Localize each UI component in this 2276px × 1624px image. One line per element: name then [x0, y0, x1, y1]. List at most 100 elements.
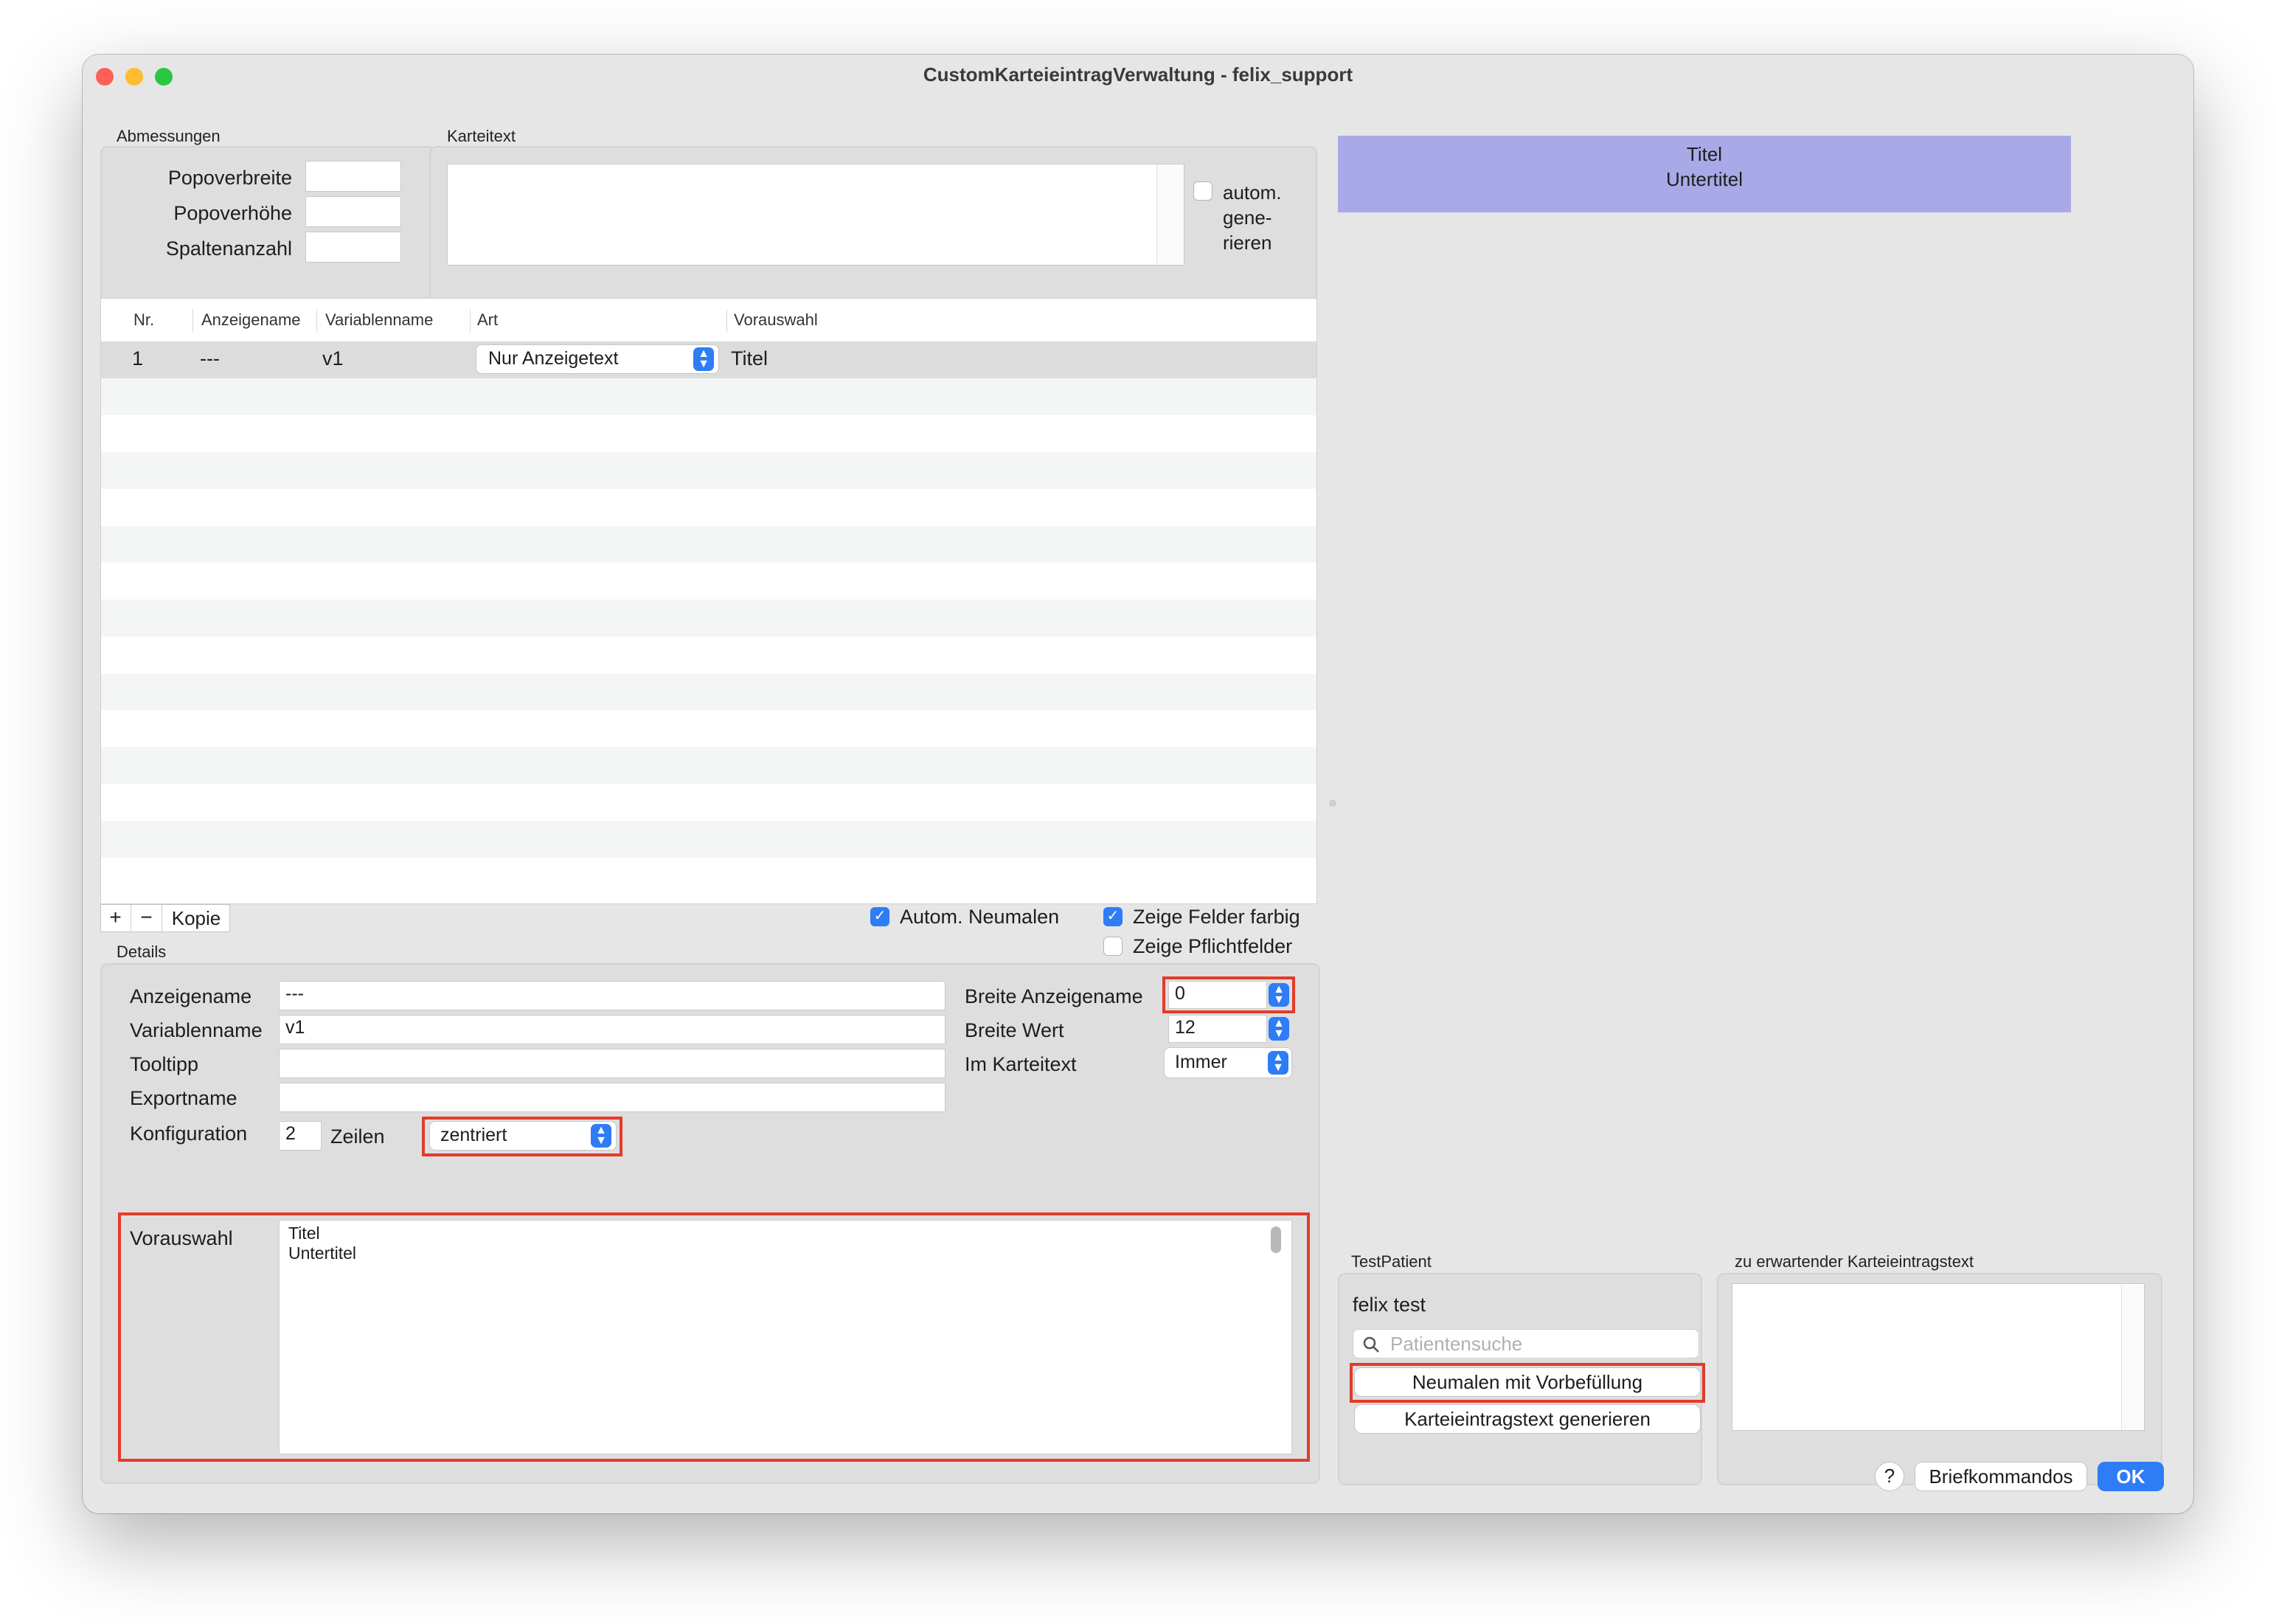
autom-generieren-checkbox[interactable] — [1193, 181, 1212, 201]
abmessungen-label: Abmessungen — [117, 127, 221, 145]
add-row-button[interactable]: + — [100, 904, 131, 932]
popoverhoehe-field[interactable] — [305, 196, 401, 227]
exportname-field[interactable] — [279, 1083, 946, 1112]
table-row-empty — [101, 600, 1316, 636]
autom-generieren-label: autom. gene- rieren — [1223, 181, 1282, 254]
column-divider — [316, 309, 317, 333]
remove-row-button[interactable]: − — [131, 904, 162, 932]
im-karteitext-label: Im Karteitext — [965, 1053, 1077, 1075]
window-title: CustomKarteieintragVerwaltung - felix_su… — [923, 63, 1353, 86]
window: CustomKarteieintragVerwaltung - felix_su… — [83, 55, 2193, 1513]
split-view-handle[interactable] — [1329, 799, 1336, 807]
table-row-empty — [101, 784, 1316, 821]
help-button[interactable]: ? — [1875, 1462, 1904, 1491]
cell-variablenname: v1 — [322, 347, 344, 369]
im-karteitext-popup[interactable]: Immer ▲ ▼ — [1164, 1047, 1292, 1078]
preview-popover: Titel Untertitel — [1338, 136, 2071, 212]
im-karteitext-value: Immer — [1175, 1052, 1227, 1072]
chevron-updown-icon: ▲ ▼ — [591, 1124, 611, 1148]
tooltipp-label: Tooltipp — [130, 1053, 199, 1075]
table-row-empty — [101, 489, 1316, 526]
table-row-empty — [101, 821, 1316, 858]
table-row[interactable]: 1 --- v1 Nur Anzeigetext ▲ ▼ Titel — [101, 341, 1316, 378]
preview-subtitle: Untertitel — [1665, 168, 1744, 190]
preview-title: Titel — [1686, 143, 1723, 165]
cell-vorauswahl: Titel — [731, 347, 769, 369]
fields-table: Nr. Anzeigename Variablenname Art Voraus… — [100, 298, 1317, 904]
column-divider — [726, 309, 727, 333]
vorauswahl-textarea[interactable]: Titel Untertitel — [279, 1220, 1292, 1454]
ausrichtung-value: zentriert — [440, 1125, 507, 1145]
table-row-empty — [101, 452, 1316, 489]
autom-neumalen-checkbox[interactable]: ✓ — [870, 907, 889, 926]
karteieintragstext-generieren-button[interactable]: Karteieintragstext generieren — [1354, 1404, 1701, 1434]
erwartet-scrollbar[interactable] — [2121, 1285, 2144, 1429]
konfiguration-label: Konfiguration — [130, 1122, 248, 1145]
variablenname-label: Variablenname — [130, 1019, 263, 1041]
chevron-updown-icon: ▲ ▼ — [693, 347, 714, 371]
vorauswahl-scrollbar[interactable] — [1271, 1226, 1281, 1253]
column-header-variablenname[interactable]: Variablenname — [325, 310, 433, 330]
autom-neumalen-label: Autom. Neumalen — [900, 906, 1060, 928]
table-row-empty — [101, 747, 1316, 784]
zeige-pflichtfelder-label: Zeige Pflichtfelder — [1133, 935, 1293, 957]
table-row-empty — [101, 526, 1316, 563]
column-header-art[interactable]: Art — [477, 310, 498, 330]
table-row-empty — [101, 563, 1316, 600]
neumalen-mit-vorbefuellung-button[interactable]: Neumalen mit Vorbefüllung — [1354, 1367, 1701, 1397]
cell-anzeigename: --- — [200, 347, 220, 369]
ok-button[interactable]: OK — [2098, 1462, 2164, 1491]
chevron-updown-icon: ▲ ▼ — [1268, 1051, 1288, 1075]
table-row-empty — [101, 636, 1316, 673]
tooltipp-field[interactable] — [279, 1049, 946, 1078]
zeige-pflichtfelder-checkbox[interactable] — [1103, 937, 1123, 956]
table-row-empty — [101, 858, 1316, 895]
karteitext-scrollbar[interactable] — [1156, 165, 1184, 264]
karteitext-textarea[interactable] — [447, 164, 1184, 266]
column-header-nr[interactable]: Nr. — [133, 310, 154, 330]
zeilen-label: Zeilen — [330, 1125, 385, 1148]
spaltenanzahl-label: Spaltenanzahl — [165, 237, 292, 260]
karteitext-label: Karteitext — [447, 127, 516, 145]
breite-anzeigename-field[interactable]: 0 — [1168, 981, 1267, 1009]
popoverhoehe-label: Popoverhöhe — [173, 202, 292, 224]
table-row-empty — [101, 710, 1316, 747]
table-row-empty — [101, 673, 1316, 710]
spaltenanzahl-field[interactable] — [305, 232, 401, 263]
erwartet-textarea[interactable] — [1732, 1283, 2145, 1431]
breite-wert-field[interactable]: 12 — [1168, 1015, 1267, 1043]
patient-search-input[interactable]: Patientensuche — [1353, 1329, 1699, 1358]
breite-anzeigename-stepper[interactable]: ▲ ▼ — [1269, 983, 1289, 1007]
art-value: Nur Anzeigetext — [488, 348, 619, 369]
breite-anzeigename-label: Breite Anzeigename — [965, 985, 1143, 1007]
testpatient-label: TestPatient — [1351, 1252, 1432, 1271]
anzeigename-label: Anzeigename — [130, 985, 252, 1007]
cell-nr: 1 — [132, 347, 144, 369]
breite-wert-stepper[interactable]: ▲ ▼ — [1269, 1017, 1289, 1041]
column-header-anzeigename[interactable]: Anzeigename — [201, 310, 301, 330]
breite-wert-label: Breite Wert — [965, 1019, 1064, 1041]
kopie-button[interactable]: Kopie — [162, 904, 230, 932]
search-icon — [1363, 1336, 1379, 1353]
patient-name: felix test — [1353, 1294, 1426, 1316]
column-divider — [192, 309, 193, 333]
table-row-empty — [101, 415, 1316, 452]
art-popup[interactable]: Nur Anzeigetext ▲ ▼ — [476, 344, 719, 374]
column-divider — [470, 309, 471, 333]
vorauswahl-line-1: Titel — [288, 1224, 320, 1243]
ausrichtung-popup[interactable]: zentriert ▲ ▼ — [429, 1121, 617, 1151]
zeilen-field[interactable]: 2 — [279, 1121, 322, 1151]
column-header-vorauswahl[interactable]: Vorauswahl — [734, 310, 818, 330]
table-row-empty — [101, 378, 1316, 415]
vorauswahl-line-2: Untertitel — [288, 1243, 357, 1263]
popoverbreite-field[interactable] — [305, 161, 401, 192]
variablenname-field[interactable]: v1 — [279, 1015, 946, 1044]
anzeigename-field[interactable]: --- — [279, 981, 946, 1010]
erwartet-label: zu erwartender Karteieintragstext — [1735, 1252, 1974, 1271]
details-label: Details — [117, 943, 167, 961]
search-placeholder: Patientensuche — [1390, 1333, 1523, 1355]
zeige-felder-farbig-checkbox[interactable]: ✓ — [1103, 907, 1123, 926]
briefkommandos-button[interactable]: Briefkommandos — [1915, 1462, 2087, 1491]
zeige-felder-farbig-label: Zeige Felder farbig — [1133, 906, 1300, 928]
exportname-label: Exportname — [130, 1087, 237, 1109]
